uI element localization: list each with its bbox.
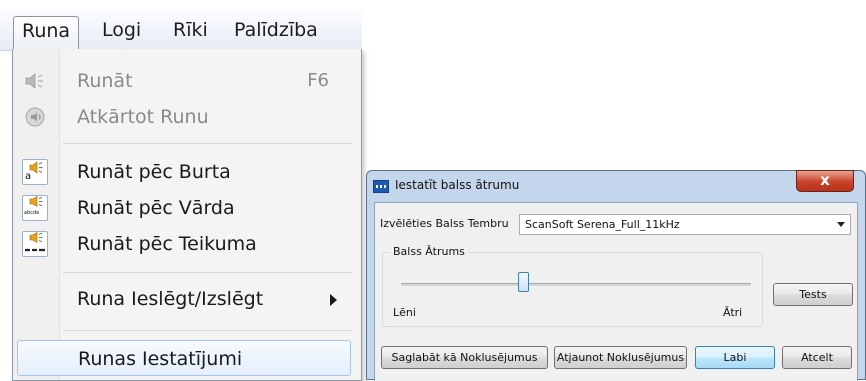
menu-item-label: Atkārtot Runu — [77, 106, 209, 128]
menu-item-label: Runas Iestatījumi — [78, 348, 243, 370]
speak-by-sentence-icon — [22, 231, 48, 257]
dialog-titlebar[interactable]: Iestatīt balss ātrumu x — [367, 170, 865, 202]
dialog-client-area: Izvēlēties Balss Tembru ScanSoft Serena_… — [374, 202, 858, 381]
runa-dropdown-menu: Runāt F6 Atkārtot Runu a Runāt pēc Burta — [12, 49, 362, 381]
menu-item-runa-ieslegt-izslegt[interactable]: Runa Ieslēgt/Izslēgt — [13, 281, 359, 317]
save-default-button[interactable]: Saglabāt kā Noklusējumus — [381, 346, 548, 369]
menu-item-runat-pec-teikuma[interactable]: Runāt pēc Teikuma — [13, 226, 359, 262]
menu-separator — [63, 330, 353, 331]
menu-item-label: Runāt pēc Teikuma — [77, 233, 257, 255]
menubar-runa[interactable]: Runa — [13, 16, 80, 50]
menu-item-runas-iestatijumi[interactable]: Runas Iestatījumi — [17, 340, 351, 376]
speed-slider-thumb[interactable] — [518, 272, 529, 292]
menubar-palidziba[interactable]: Palīdzība — [226, 16, 326, 44]
shortcut-label: F6 — [307, 70, 329, 91]
menu-separator — [63, 272, 353, 273]
menu-item-label: Runāt — [77, 70, 133, 92]
speak-by-letter-icon: a — [22, 159, 48, 185]
voice-label: Izvēlēties Balss Tembru — [380, 217, 509, 230]
application-window: Runa Logi Rīki Palīdzība Runāt F6 Atkārt… — [0, 0, 362, 381]
menu-separator — [63, 143, 353, 144]
menu-item-runat-pec-burta[interactable]: a Runāt pēc Burta — [13, 154, 359, 190]
close-button[interactable]: x — [796, 170, 854, 192]
menubar-riki[interactable]: Rīki — [165, 16, 216, 44]
ok-button[interactable]: Labi — [695, 346, 775, 369]
speaker-muted-icon — [25, 73, 43, 89]
menu-bar: Runa Logi Rīki Palīdzība — [0, 10, 362, 51]
dialog-title: Iestatīt balss ātrumu — [395, 178, 520, 192]
icon-caption: abcde — [24, 210, 40, 216]
speed-slider-track[interactable] — [401, 283, 751, 286]
chevron-down-icon[interactable] — [837, 222, 845, 227]
submenu-arrow-icon — [330, 294, 337, 306]
voice-select[interactable]: ScanSoft Serena_Full_11kHz — [519, 214, 851, 235]
menu-item-label: Runāt pēc Vārda — [77, 197, 235, 219]
fast-label: Ātri — [723, 306, 743, 319]
speak-by-word-icon: abcde — [22, 195, 48, 221]
slow-label: Lēni — [393, 306, 416, 319]
menu-item-atkartot-runu[interactable]: Atkārtot Runu — [13, 99, 359, 135]
menu-item-runat[interactable]: Runāt F6 — [13, 63, 359, 99]
app-window-icon — [373, 180, 389, 193]
restore-default-button[interactable]: Atjaunot Noklusējumus — [554, 346, 687, 369]
repeat-speech-icon — [25, 107, 45, 127]
menubar-logi[interactable]: Logi — [94, 16, 149, 44]
voice-select-value: ScanSoft Serena_Full_11kHz — [525, 218, 680, 231]
menu-item-label: Runa Ieslēgt/Izslēgt — [77, 288, 264, 310]
cancel-button[interactable]: Atcelt — [782, 346, 852, 369]
icon-caption: a — [25, 171, 32, 182]
menu-item-label: Runāt pēc Burta — [77, 161, 231, 183]
tests-button[interactable]: Tests — [773, 283, 853, 306]
voice-speed-dialog: Iestatīt balss ātrumu x Izvēlēties Balss… — [366, 170, 866, 381]
menu-item-runat-pec-varda[interactable]: abcde Runāt pēc Vārda — [13, 190, 359, 226]
speed-groupbox: Balss Ātrums Lēni Ātri — [382, 245, 763, 327]
speed-group-label: Balss Ātrums — [390, 245, 468, 258]
